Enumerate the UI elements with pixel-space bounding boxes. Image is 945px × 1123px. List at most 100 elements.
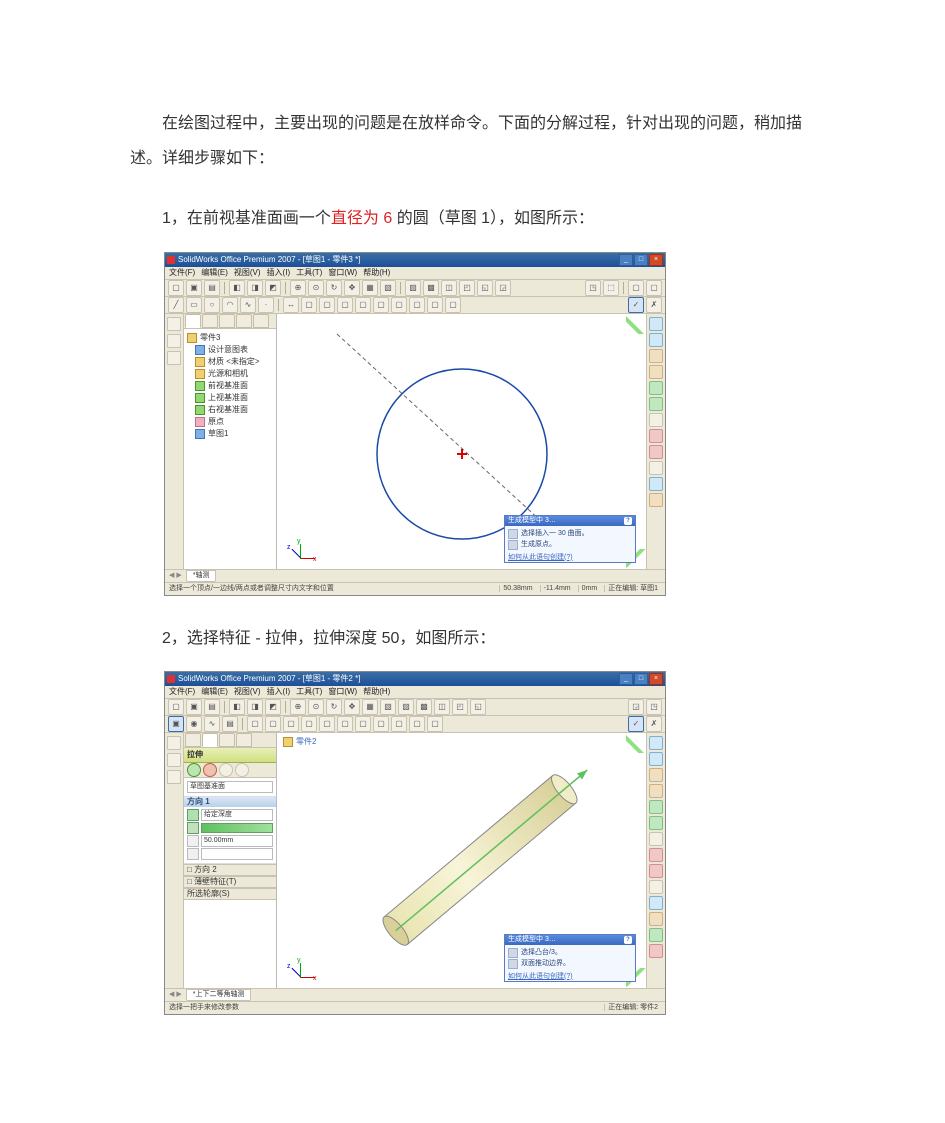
open-icon[interactable]: ▣: [186, 699, 202, 715]
tool-icon[interactable]: ▢: [337, 297, 353, 313]
tab-icon[interactable]: [253, 314, 269, 328]
confirm-icon[interactable]: ✓: [628, 716, 644, 732]
popup-row[interactable]: 选择插入一 30 曲面。: [508, 529, 632, 539]
tool-icon[interactable]: ▢: [373, 297, 389, 313]
side-tool-icon[interactable]: [649, 493, 663, 507]
tool-icon[interactable]: ▨: [398, 699, 414, 715]
sketch-line-icon[interactable]: ╱: [168, 297, 184, 313]
tool-icon[interactable]: ▢: [646, 280, 662, 296]
tool-icon[interactable]: ▢: [409, 297, 425, 313]
tree-item[interactable]: 右视基准面: [187, 404, 273, 416]
side-tool-icon[interactable]: [649, 800, 663, 814]
confirm-corner-icon[interactable]: [626, 314, 646, 334]
tool-icon[interactable]: ▢: [628, 280, 644, 296]
config-tab[interactable]: [219, 733, 235, 747]
dimension-icon[interactable]: ↔: [283, 297, 299, 313]
close-button[interactable]: ×: [649, 673, 663, 685]
view-pan-icon[interactable]: ✥: [344, 280, 360, 296]
side-tool-icon[interactable]: [649, 736, 663, 750]
menu-window[interactable]: 窗口(W): [328, 688, 357, 696]
graphics-canvas[interactable]: 零件2: [277, 733, 646, 988]
popup-row[interactable]: 双面推动边界。: [508, 959, 632, 969]
tool-icon[interactable]: ⬚: [603, 280, 619, 296]
tool-icon[interactable]: ◨: [247, 699, 263, 715]
maximize-button[interactable]: □: [634, 673, 648, 685]
view-fit-icon[interactable]: ⊙: [308, 699, 324, 715]
view-tab[interactable]: *轴测: [186, 570, 217, 582]
sweep-icon[interactable]: ∿: [204, 716, 220, 732]
tool-icon[interactable]: ▦: [362, 699, 378, 715]
side-tool-icon[interactable]: [649, 848, 663, 862]
side-tool-icon[interactable]: [649, 477, 663, 491]
property-tab[interactable]: [202, 314, 218, 328]
menu-file[interactable]: 文件(F): [169, 269, 195, 277]
menu-tools[interactable]: 工具(T): [296, 269, 322, 277]
tool-icon[interactable]: ▢: [355, 297, 371, 313]
new-icon[interactable]: ▢: [168, 699, 184, 715]
tool-icon[interactable]: ◰: [452, 699, 468, 715]
tool-icon[interactable]: ▢: [337, 716, 353, 732]
tree-item[interactable]: 原点: [187, 416, 273, 428]
tool-icon[interactable]: ▢: [319, 716, 335, 732]
tool-icon[interactable]: ▢: [283, 716, 299, 732]
view-zoom-icon[interactable]: ⊕: [290, 699, 306, 715]
help-icon[interactable]: [219, 763, 233, 777]
thin-feature-section[interactable]: □ 薄壁特征(T): [184, 876, 276, 888]
tree-item[interactable]: 光源和相机: [187, 368, 273, 380]
tool-icon[interactable]: ▢: [445, 297, 461, 313]
tab-icon[interactable]: [236, 314, 252, 328]
side-tool-icon[interactable]: [649, 832, 663, 846]
menu-tools[interactable]: 工具(T): [296, 688, 322, 696]
feature-tab[interactable]: [185, 314, 201, 328]
selected-contours-section[interactable]: 所选轮廓(S): [184, 888, 276, 900]
side-tool-icon[interactable]: [649, 896, 663, 910]
tool-icon[interactable]: ▧: [380, 280, 396, 296]
side-tool-icon[interactable]: [649, 365, 663, 379]
tool-icon[interactable]: ◩: [265, 280, 281, 296]
extrude-icon[interactable]: ▣: [168, 716, 184, 732]
popup-link[interactable]: 如何从此语句创建(?): [505, 553, 635, 562]
view-zoom-icon[interactable]: ⊕: [290, 280, 306, 296]
tree-item[interactable]: 材质 <未指定>: [187, 356, 273, 368]
view-pan-icon[interactable]: ✥: [344, 699, 360, 715]
minimize-button[interactable]: _: [619, 254, 633, 266]
from-field[interactable]: 草图基准面: [187, 781, 273, 793]
feature-tab[interactable]: [185, 733, 201, 747]
side-tool-icon[interactable]: [167, 736, 181, 750]
side-tool-icon[interactable]: [649, 752, 663, 766]
pin-icon[interactable]: [235, 763, 249, 777]
sketch-point-icon[interactable]: ·: [258, 297, 274, 313]
menu-edit[interactable]: 编辑(E): [201, 688, 228, 696]
new-icon[interactable]: ▢: [168, 280, 184, 296]
cancel-icon[interactable]: [203, 763, 217, 777]
tree-item[interactable]: 设计意图表: [187, 344, 273, 356]
side-tool-icon[interactable]: [167, 770, 181, 784]
tool-icon[interactable]: ▢: [265, 716, 281, 732]
tool-icon[interactable]: ◳: [646, 699, 662, 715]
tool-icon[interactable]: ▢: [427, 297, 443, 313]
sketch-rect-icon[interactable]: ▭: [186, 297, 202, 313]
side-tool-icon[interactable]: [649, 768, 663, 782]
view-fit-icon[interactable]: ⊙: [308, 280, 324, 296]
menu-insert[interactable]: 插入(I): [267, 269, 291, 277]
tool-icon[interactable]: ◰: [459, 280, 475, 296]
side-tool-icon[interactable]: [649, 864, 663, 878]
tool-icon[interactable]: ▩: [416, 699, 432, 715]
view-tab[interactable]: *上下二等角轴测: [186, 989, 252, 1001]
tool-icon[interactable]: ▢: [391, 297, 407, 313]
tool-icon[interactable]: ◨: [247, 280, 263, 296]
menu-view[interactable]: 视图(V): [234, 269, 261, 277]
draft-field[interactable]: [187, 848, 273, 860]
tool-icon[interactable]: ◧: [229, 280, 245, 296]
tool-icon[interactable]: ▢: [301, 297, 317, 313]
side-tool-icon[interactable]: [649, 784, 663, 798]
config-tab[interactable]: [219, 314, 235, 328]
side-tool-icon[interactable]: [649, 912, 663, 926]
side-tool-icon[interactable]: [167, 334, 181, 348]
minimize-button[interactable]: _: [619, 673, 633, 685]
tool-icon[interactable]: ◫: [441, 280, 457, 296]
side-tool-icon[interactable]: [649, 429, 663, 443]
popup-row[interactable]: 生成原点。: [508, 540, 632, 550]
tool-icon[interactable]: ▢: [301, 716, 317, 732]
cancel-icon[interactable]: ✗: [646, 716, 662, 732]
